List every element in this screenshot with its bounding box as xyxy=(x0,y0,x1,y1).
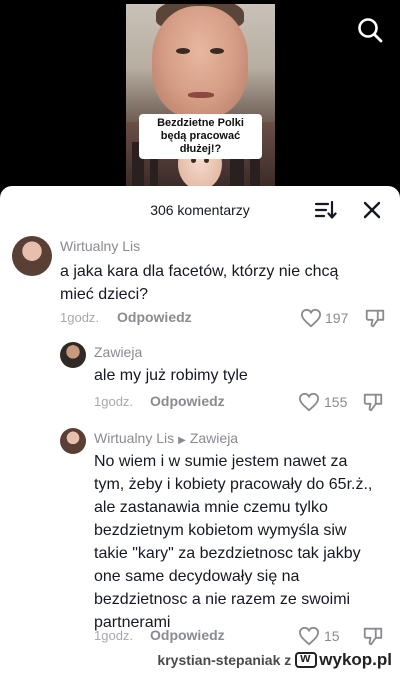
reply-button[interactable]: Odpowiedz xyxy=(150,393,225,409)
comment-text: a jaka kara dla facetów, którzy nie chcą… xyxy=(60,263,339,303)
comment-time: 1godz. xyxy=(94,628,134,643)
comment-time: 1godz. xyxy=(94,394,134,409)
comment-time: 1godz. xyxy=(60,310,100,325)
like-count: 197 xyxy=(325,310,349,326)
video-area[interactable]: Bezdzietne Polki będą pracować dłużej!? xyxy=(0,0,400,186)
comments-sheet: 306 komentarzy Wirtualny Lis a jaka kara… xyxy=(0,186,400,673)
avatar[interactable] xyxy=(60,342,86,368)
dislike-icon[interactable] xyxy=(364,307,386,329)
like-count: 15 xyxy=(324,628,340,644)
reply-button[interactable]: Odpowiedz xyxy=(150,627,225,643)
wykop-logo-icon xyxy=(295,650,318,668)
avatar[interactable] xyxy=(60,428,86,454)
video-thumbnail[interactable]: Bezdzietne Polki będą pracować dłużej!? xyxy=(126,4,275,186)
heart-icon[interactable] xyxy=(300,308,322,328)
watermark-connector: z xyxy=(284,652,292,668)
video-caption: Bezdzietne Polki będą pracować dłużej!? xyxy=(139,114,262,159)
comment-item: Zawieja ale my już robimy tyle 1godz. Od… xyxy=(0,336,400,426)
search-button[interactable] xyxy=(356,16,384,44)
search-icon xyxy=(358,18,383,43)
comment-item: Wirtualny Lis a jaka kara dla facetów, k… xyxy=(0,186,400,336)
dislike-icon[interactable] xyxy=(362,625,384,647)
comment-author-line: Wirtualny Lis ▶ Zawieja xyxy=(94,430,238,446)
like-count: 155 xyxy=(324,394,348,410)
comment-author[interactable]: Zawieja xyxy=(94,344,142,360)
heart-icon[interactable] xyxy=(298,626,320,646)
wykop-logo: wykop.pl xyxy=(295,650,392,670)
comment-author[interactable]: Wirtualny Lis xyxy=(94,430,174,446)
person-face xyxy=(152,6,248,118)
dislike-icon[interactable] xyxy=(362,391,384,413)
watermark-site: wykop.pl xyxy=(319,650,392,669)
reply-to-author[interactable]: Zawieja xyxy=(190,430,238,446)
reply-arrow-icon: ▶ xyxy=(178,435,186,446)
reply-button[interactable]: Odpowiedz xyxy=(117,309,192,325)
comment-text: No wiem i w sumie jestem nawet za tym, ż… xyxy=(94,453,373,631)
watermark-user: krystian-stepaniak xyxy=(157,652,281,668)
heart-icon[interactable] xyxy=(298,392,320,412)
comment-item: Wirtualny Lis ▶ Zawieja No wiem i w sumie … xyxy=(0,422,400,652)
comment-author[interactable]: Wirtualny Lis xyxy=(60,238,140,254)
avatar[interactable] xyxy=(12,236,52,276)
watermark: krystian-stepaniak z wykop.pl xyxy=(157,649,392,671)
comment-text: ale my już robimy tyle xyxy=(94,367,248,384)
